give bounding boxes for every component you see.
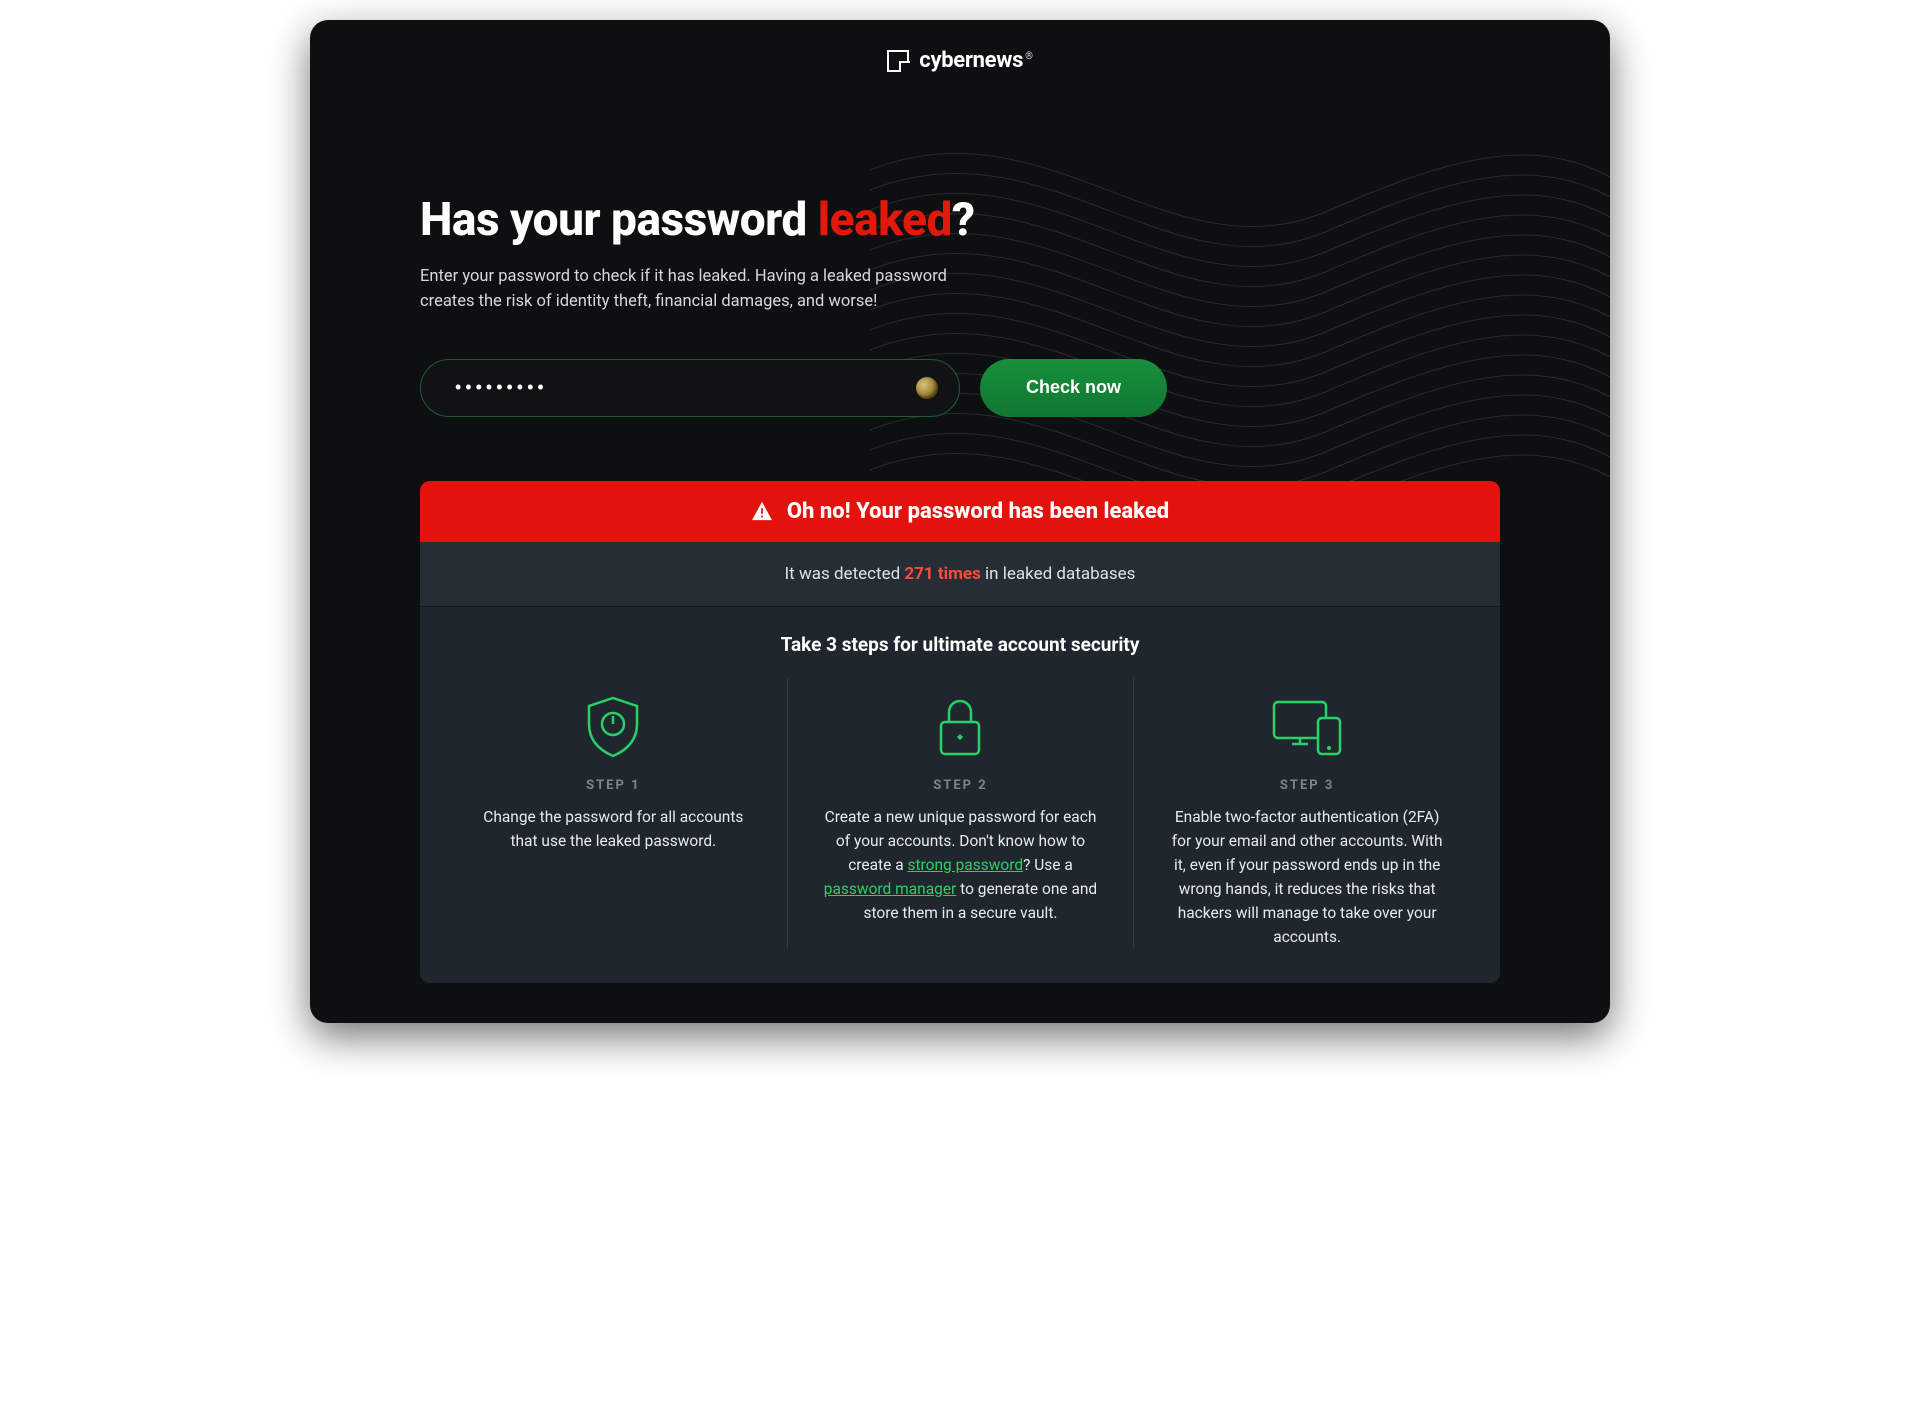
page-title: Has your password leaked? [420, 193, 1500, 247]
header: cybernews® [310, 20, 1610, 83]
search-row: Check now [420, 359, 1500, 417]
step-3: STEP 3 Enable two-factor authentication … [1133, 678, 1480, 949]
strong-password-link[interactable]: strong password [907, 856, 1023, 874]
step-label: STEP 3 [1166, 778, 1448, 793]
detected-summary: It was detected 271 times in leaked data… [420, 542, 1500, 607]
password-manager-link[interactable]: password manager [824, 880, 957, 898]
shield-power-icon [472, 688, 755, 766]
app-window: cybernews® Has your password leaked? Ent… [310, 20, 1610, 1023]
logo-mark-icon [887, 50, 909, 72]
alert-text: Oh no! Your password has been leaked [787, 499, 1169, 524]
alert-banner: Oh no! Your password has been leaked [420, 481, 1500, 542]
step-label: STEP 2 [820, 778, 1102, 793]
steps-heading: Take 3 steps for ultimate account securi… [420, 607, 1500, 660]
logo[interactable]: cybernews® [887, 48, 1032, 73]
key-icon [916, 377, 938, 399]
step-label: STEP 1 [472, 778, 755, 793]
check-now-button[interactable]: Check now [980, 359, 1167, 417]
logo-text: cybernews® [919, 48, 1032, 73]
leak-count: 271 times [904, 564, 980, 584]
password-input[interactable] [420, 359, 960, 417]
step-1: STEP 1 Change the password for all accou… [440, 678, 787, 949]
lock-icon [820, 688, 1102, 766]
step-text: Change the password for all accounts tha… [472, 805, 755, 853]
step-text: Enable two-factor authentication (2FA) f… [1166, 805, 1448, 949]
step-text: Create a new unique password for each of… [820, 805, 1102, 925]
result-panel: Oh no! Your password has been leaked It … [420, 481, 1500, 983]
warning-icon [751, 501, 773, 521]
page-subtitle: Enter your password to check if it has l… [420, 265, 980, 315]
step-2: STEP 2 Create a new unique password for … [787, 678, 1134, 949]
password-field-wrap [420, 359, 960, 417]
devices-icon [1166, 688, 1448, 766]
steps-grid: STEP 1 Change the password for all accou… [420, 660, 1500, 983]
